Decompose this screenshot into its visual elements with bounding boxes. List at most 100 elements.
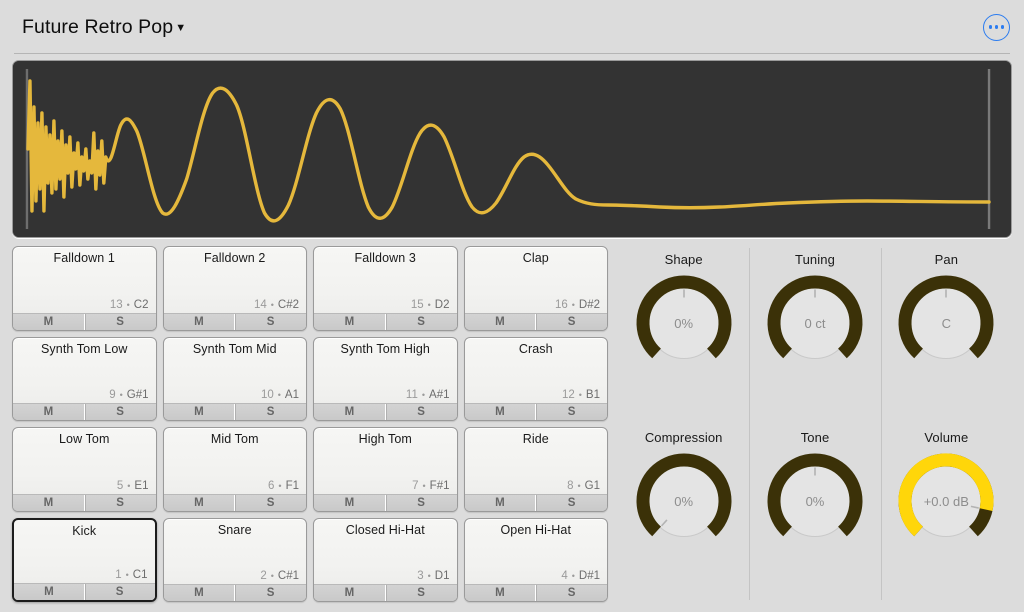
pad-assignment: 15•D2	[314, 266, 457, 313]
knob-dial[interactable]: 0%	[632, 449, 736, 553]
drum-pad[interactable]: Falldown 214•C#2MS	[163, 246, 308, 331]
knob-dial[interactable]: 0 ct	[763, 271, 867, 375]
pad-solo-button[interactable]: S	[84, 314, 156, 330]
drum-pad[interactable]: Mid Tom6•F1MS	[163, 427, 308, 512]
pad-solo-button[interactable]: S	[234, 495, 306, 511]
waveform-display[interactable]	[12, 60, 1012, 238]
knob-control[interactable]: Tuning0 ct	[749, 246, 880, 424]
pad-name-label: Mid Tom	[164, 428, 307, 447]
drum-pad[interactable]: Synth Tom Low9•G#1MS	[12, 337, 157, 422]
pad-number-label: 11	[406, 389, 418, 401]
pad-solo-button[interactable]: S	[385, 495, 457, 511]
knob-control[interactable]: PanC	[881, 246, 1012, 424]
pad-solo-button[interactable]: S	[84, 404, 156, 420]
drum-pad[interactable]: Open Hi-Hat4•D#1MS	[464, 518, 609, 603]
pad-solo-button[interactable]: S	[535, 585, 607, 601]
pad-solo-button[interactable]: S	[385, 404, 457, 420]
pad-mute-button[interactable]: M	[13, 314, 84, 330]
pad-mute-button[interactable]: M	[13, 495, 84, 511]
pad-note-label: G#1	[127, 389, 149, 401]
knob-dial-svg	[894, 449, 998, 553]
pad-mute-button[interactable]: M	[465, 404, 536, 420]
pad-solo-button[interactable]: S	[385, 314, 457, 330]
pad-assignment: 16•D#2	[465, 266, 608, 313]
pad-solo-button[interactable]: S	[234, 404, 306, 420]
pad-solo-button[interactable]: S	[535, 404, 607, 420]
drum-pad[interactable]: Falldown 113•C2MS	[12, 246, 157, 331]
knob-control[interactable]: Shape0%	[618, 246, 749, 424]
pad-note-label: E1	[134, 480, 148, 492]
pad-solo-button[interactable]: S	[84, 584, 155, 600]
pad-assignment: 12•B1	[465, 356, 608, 403]
pad-name-label: Clap	[465, 247, 608, 266]
knob-control[interactable]: Compression0%	[618, 424, 749, 602]
pad-mute-button[interactable]: M	[465, 495, 536, 511]
ellipsis-dot-icon	[995, 25, 998, 28]
preset-name-label: Future Retro Pop	[22, 16, 173, 39]
pad-note-label: C1	[133, 569, 148, 581]
drum-pad[interactable]: High Tom7•F#1MS	[313, 427, 458, 512]
knob-panel: Shape0%Tuning0 ctPanC Compression0% Tone 0%…	[618, 246, 1012, 602]
pad-mute-solo-row: MS	[13, 494, 156, 511]
pad-solo-button[interactable]: S	[234, 585, 306, 601]
pad-name-label: Low Tom	[13, 428, 156, 447]
drum-pad[interactable]: Kick1•C1MS	[12, 518, 157, 603]
pad-mute-button[interactable]: M	[13, 404, 84, 420]
pad-number-label: 7	[412, 480, 418, 492]
pad-mute-button[interactable]: M	[14, 584, 84, 600]
pad-mute-button[interactable]: M	[465, 585, 536, 601]
pad-name-label: Synth Tom High	[314, 338, 457, 357]
pad-mute-solo-row: MS	[314, 494, 457, 511]
knob-control[interactable]: Volume+0.0 dB	[881, 424, 1012, 602]
pad-assignment: 1•C1	[14, 538, 155, 583]
preset-selector[interactable]: Future Retro Pop ▼	[22, 16, 186, 39]
knob-dial[interactable]: 0%	[763, 449, 867, 553]
knob-label: Tone	[801, 430, 830, 445]
knob-dial[interactable]: +0.0 dB	[894, 449, 998, 553]
pad-note-label: C#1	[278, 570, 299, 582]
pad-solo-button[interactable]: S	[535, 314, 607, 330]
pad-assignment: 13•C2	[13, 266, 156, 313]
pad-mute-button[interactable]: M	[314, 314, 385, 330]
pad-mute-button[interactable]: M	[314, 495, 385, 511]
separator-dot-icon: •	[127, 481, 130, 491]
drum-pad[interactable]: Synth Tom Mid10•A1MS	[163, 337, 308, 422]
pad-mute-solo-row: MS	[164, 403, 307, 420]
pad-solo-button[interactable]: S	[535, 495, 607, 511]
chevron-down-icon: ▼	[175, 23, 186, 34]
knob-dial[interactable]: 0%	[632, 271, 736, 375]
knob-control[interactable]: Tone 0%	[749, 424, 880, 602]
pad-solo-button[interactable]: S	[84, 495, 156, 511]
drum-pad[interactable]: Clap16•D#2MS	[464, 246, 609, 331]
pad-mute-button[interactable]: M	[164, 404, 235, 420]
drum-pad[interactable]: Synth Tom High11•A#1MS	[313, 337, 458, 422]
drum-pad[interactable]: Snare2•C#1MS	[163, 518, 308, 603]
drum-pad[interactable]: Falldown 315•D2MS	[313, 246, 458, 331]
separator-dot-icon: •	[278, 390, 281, 400]
pad-name-label: Falldown 1	[13, 247, 156, 266]
pad-mute-button[interactable]: M	[314, 585, 385, 601]
drum-pad[interactable]: Closed Hi-Hat3•D1MS	[313, 518, 458, 603]
separator-dot-icon: •	[423, 481, 426, 491]
pad-assignment: 3•D1	[314, 537, 457, 584]
pad-note-label: F#1	[430, 480, 450, 492]
pad-mute-solo-row: MS	[465, 494, 608, 511]
pad-mute-button[interactable]: M	[465, 314, 536, 330]
pad-number-label: 10	[261, 389, 274, 401]
pad-solo-button[interactable]: S	[385, 585, 457, 601]
drum-pad[interactable]: Ride8•G1MS	[464, 427, 609, 512]
drum-pad[interactable]: Low Tom5•E1MS	[12, 427, 157, 512]
more-options-button[interactable]	[983, 14, 1010, 41]
pad-assignment: 4•D#1	[465, 537, 608, 584]
pad-mute-button[interactable]: M	[314, 404, 385, 420]
pad-mute-button[interactable]: M	[164, 495, 235, 511]
separator-dot-icon: •	[578, 481, 581, 491]
drum-pad[interactable]: Crash12•B1MS	[464, 337, 609, 422]
pad-solo-button[interactable]: S	[234, 314, 306, 330]
pad-mute-button[interactable]: M	[164, 314, 235, 330]
knob-dial[interactable]: C	[894, 271, 998, 375]
pad-assignment: 6•F1	[164, 447, 307, 494]
pad-number-label: 4	[561, 570, 567, 582]
pad-mute-button[interactable]: M	[164, 585, 235, 601]
pad-number-label: 12	[562, 389, 575, 401]
